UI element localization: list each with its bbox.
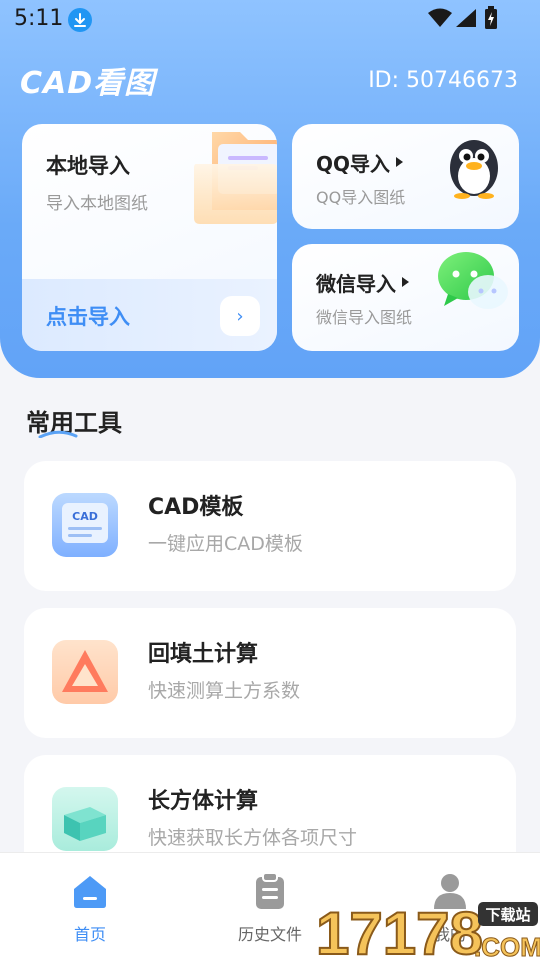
battery-icon [485, 6, 497, 29]
home-icon [74, 876, 106, 908]
watermark-number: 17178 [316, 900, 483, 960]
triangle-ruler-icon [52, 640, 118, 704]
tool-desc: 快速获取长方体各项尺寸 [148, 827, 358, 849]
local-import-card[interactable]: 本地导入 导入本地图纸 点击导入 › [22, 124, 277, 351]
click-import-button[interactable]: 点击导入 [46, 301, 130, 331]
nav-item-home[interactable]: 首页 [30, 871, 150, 945]
qq-import-title: QQ导入 [316, 148, 404, 177]
watermark-badge: 下载站 [485, 906, 530, 924]
user-id: ID: 50746673 [368, 68, 518, 93]
tool-desc: 快速测算土方系数 [148, 680, 301, 702]
app-title: CAD看图 [20, 66, 156, 101]
nav-label-history: 历史文件 [237, 925, 302, 944]
qq-import-subtitle: QQ导入图纸 [316, 188, 406, 207]
cuboid-icon [52, 787, 118, 851]
tool-title: 回填土计算 [148, 642, 259, 667]
status-time: 5:11 [14, 6, 64, 31]
nav-label-home: 首页 [73, 925, 106, 944]
wechat-import-card[interactable]: 微信导入 微信导入图纸 [292, 244, 519, 351]
status-bar: 5:11 [0, 0, 540, 38]
cad-template-icon: CAD [52, 493, 118, 557]
local-import-subtitle: 导入本地图纸 [46, 194, 148, 214]
clipboard-icon [256, 872, 284, 909]
chevron-right-icon[interactable]: › [220, 296, 260, 336]
wechat-import-title: 微信导入 [316, 268, 409, 297]
title-underline-decoration [38, 430, 78, 438]
wechat-icon [438, 252, 508, 309]
wifi-icon [428, 8, 452, 27]
site-watermark-logo: 17178 下载站 .COM [315, 899, 540, 960]
penguin-icon [450, 140, 498, 199]
cad-icon-text: CAD [72, 510, 98, 523]
wechat-import-subtitle: 微信导入图纸 [316, 308, 413, 327]
nav-item-history[interactable]: 历史文件 [210, 871, 330, 945]
download-icon [68, 8, 92, 32]
tool-desc: 一键应用CAD模板 [148, 533, 303, 555]
tool-card-backfill-calc[interactable]: 回填土计算 快速测算土方系数 [24, 608, 516, 738]
tool-title: 长方体计算 [148, 789, 259, 814]
local-import-action-bar[interactable]: 点击导入 › [22, 279, 277, 351]
tool-card-cad-template[interactable]: CAD CAD模板 一键应用CAD模板 [24, 461, 516, 591]
triangle-right-icon [396, 157, 404, 167]
local-import-title: 本地导入 [46, 154, 130, 178]
qq-import-card[interactable]: QQ导入 QQ导入图纸 [292, 124, 519, 229]
signal-icon [456, 9, 476, 27]
triangle-right-icon [402, 277, 409, 287]
watermark-suffix: .COM [474, 932, 540, 960]
tool-title: CAD模板 [148, 495, 244, 520]
folder-icon [194, 132, 277, 224]
